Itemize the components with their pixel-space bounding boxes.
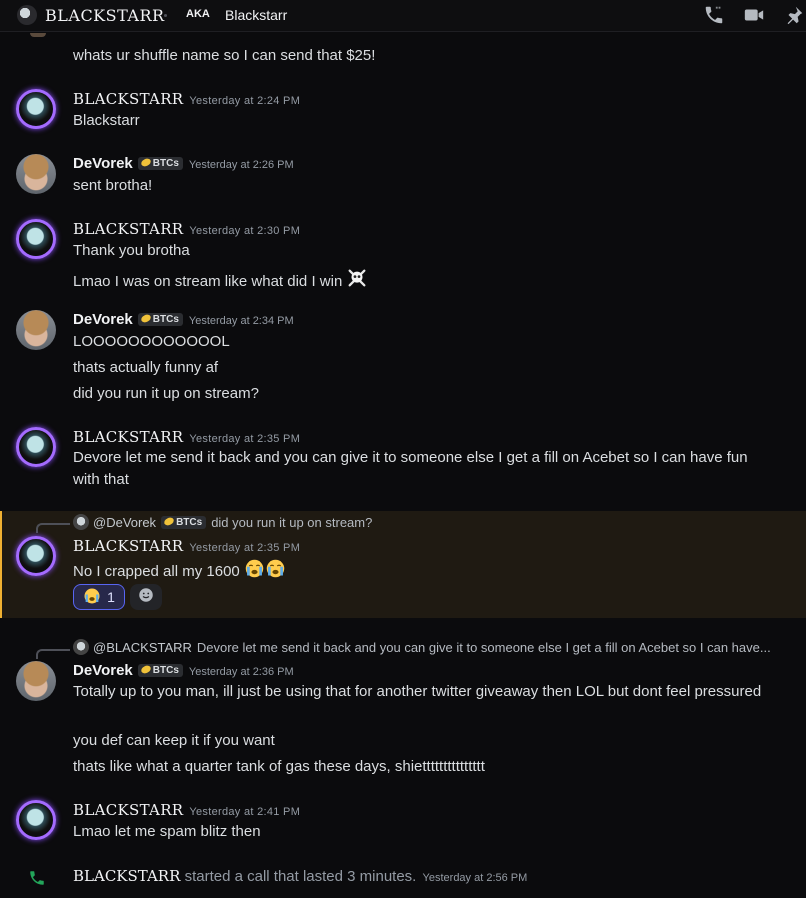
header-avatar[interactable] <box>17 5 37 25</box>
lemon-icon <box>163 515 176 527</box>
previous-avatar-edge <box>30 33 46 37</box>
reaction-chip[interactable]: 1 <box>73 584 125 610</box>
header-separator-dot <box>164 14 167 17</box>
reply-preview[interactable]: @BLACKSTARR Devore let me send it back a… <box>73 639 771 655</box>
reply-preview[interactable]: @DeVorek BTCs did you run it up on strea… <box>73 514 372 530</box>
aka-label: AKA <box>186 8 210 20</box>
author-name[interactable]: DeVorek BTCs Yesterday at 2:34 PM <box>73 311 294 328</box>
timestamp: Yesterday at 2:34 PM <box>188 315 294 327</box>
lemon-icon <box>139 157 152 168</box>
add-reaction-button[interactable] <box>130 584 162 610</box>
header-title[interactable]: BLACKSTARR <box>45 6 165 25</box>
header-nickname: Blackstarr <box>225 7 288 23</box>
server-tag[interactable]: BTCs <box>137 157 183 170</box>
timestamp: Yesterday at 2:30 PM <box>189 225 301 237</box>
avatar[interactable] <box>16 427 56 467</box>
reply-author[interactable]: @BLACKSTARR <box>93 640 192 655</box>
message-text: sent brotha! <box>73 177 153 194</box>
loudly-crying-emoji <box>83 587 101 608</box>
lemon-icon <box>139 313 152 324</box>
message-text: did you run it up on stream? <box>73 385 259 402</box>
avatar[interactable] <box>16 800 56 840</box>
timestamp: Yesterday at 2:56 PM <box>422 872 528 884</box>
avatar[interactable] <box>16 536 56 576</box>
timestamp: Yesterday at 2:35 PM <box>189 433 301 445</box>
timestamp: Yesterday at 2:41 PM <box>189 806 301 818</box>
author-name[interactable]: BLACKSTARR Yesterday at 2:35 PM <box>73 537 300 555</box>
voice-call-icon[interactable] <box>703 4 725 26</box>
pin-icon[interactable] <box>783 4 805 26</box>
channel-header: BLACKSTARR AKA Blackstarr <box>0 0 806 32</box>
reaction-count: 1 <box>107 589 115 605</box>
lemon-icon <box>139 664 152 675</box>
timestamp: Yesterday at 2:35 PM <box>189 542 301 554</box>
reply-connector <box>36 523 70 533</box>
message-text: whats ur shuffle name so I can send that… <box>73 47 376 64</box>
avatar[interactable] <box>16 661 56 701</box>
loudly-crying-emoji <box>265 558 286 583</box>
phone-icon <box>28 869 46 887</box>
skull-crossbones-emoji <box>346 267 368 293</box>
message-text: thats like what a quarter tank of gas th… <box>73 758 485 775</box>
message-text: Lmao let me spam blitz then <box>73 823 261 840</box>
message-text: Blackstarr <box>73 112 140 129</box>
avatar[interactable] <box>16 310 56 350</box>
reply-text: did you run it up on stream? <box>211 514 373 530</box>
message-list[interactable]: whats ur shuffle name so I can send that… <box>0 33 806 898</box>
timestamp: Yesterday at 2:36 PM <box>188 666 294 678</box>
author-name[interactable]: BLACKSTARR Yesterday at 2:35 PM <box>73 428 300 446</box>
author-name[interactable]: DeVorek BTCs Yesterday at 2:36 PM <box>73 662 294 679</box>
reply-avatar <box>73 639 89 655</box>
avatar[interactable] <box>16 154 56 194</box>
reply-text: Devore let me send it back and you can g… <box>196 639 771 655</box>
message-text: Totally up to you man, ill just be using… <box>73 683 762 700</box>
message-text: Lmao I was on stream like what did I win <box>73 267 368 293</box>
server-tag: BTCs <box>161 515 207 529</box>
call-text: started a call that lasted 3 minutes. <box>184 868 417 885</box>
server-tag[interactable]: BTCs <box>137 313 183 326</box>
avatar[interactable] <box>16 89 56 129</box>
add-reaction-icon <box>137 586 155 608</box>
author-name[interactable]: DeVorek BTCs Yesterday at 2:26 PM <box>73 155 294 172</box>
reply-connector <box>36 649 70 659</box>
author-name[interactable]: BLACKSTARR Yesterday at 2:24 PM <box>73 90 300 108</box>
call-system-message: BLACKSTARR started a call that lasted 3 … <box>73 867 527 885</box>
reply-avatar <box>73 514 89 530</box>
message-text: Thank you brotha <box>73 242 190 259</box>
video-call-icon[interactable] <box>743 4 765 26</box>
message-text: Devore let me send it back and you can g… <box>73 449 748 488</box>
server-tag[interactable]: BTCs <box>137 664 183 677</box>
message-text: LOOOOOOOOOOOOL <box>73 333 230 350</box>
message-text: No I crapped all my 1600 <box>73 558 286 583</box>
reply-author[interactable]: @DeVorek <box>93 515 156 530</box>
author-name[interactable]: BLACKSTARR Yesterday at 2:41 PM <box>73 801 300 819</box>
call-author[interactable]: BLACKSTARR <box>73 867 180 885</box>
timestamp: Yesterday at 2:26 PM <box>188 159 294 171</box>
avatar[interactable] <box>16 219 56 259</box>
message-text: you def can keep it if you want <box>73 732 275 749</box>
message-text: thats actually funny af <box>73 359 219 376</box>
author-name[interactable]: BLACKSTARR Yesterday at 2:30 PM <box>73 220 300 238</box>
timestamp: Yesterday at 2:24 PM <box>189 95 301 107</box>
loudly-crying-emoji <box>244 558 265 583</box>
